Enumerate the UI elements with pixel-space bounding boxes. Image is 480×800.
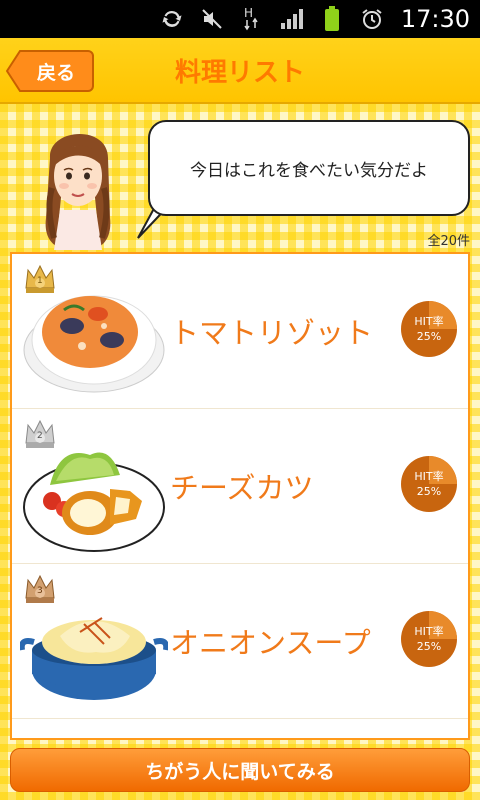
battery-icon [319, 6, 345, 32]
dish-name: オニオンスープ [170, 626, 371, 660]
hit-label: HIT率 [414, 625, 444, 638]
header-bar: 戻る 料理リスト [0, 38, 480, 104]
hspa-data-icon: H [239, 6, 265, 32]
hit-label: HIT率 [414, 470, 444, 483]
sync-icon [159, 6, 185, 32]
speech-text: 今日はこれを食べたい気分だよ [190, 160, 428, 181]
dish-name: トマトリゾット [170, 316, 374, 350]
onion-soup-image [20, 617, 168, 700]
list-item[interactable]: 3 オニオンスープ HIT率 25% [12, 564, 468, 719]
page-title: 料理リスト [174, 58, 305, 88]
result-count: 全20件 [427, 234, 470, 249]
ask-another-person-button[interactable]: ちがう人に聞いてみる [10, 748, 470, 792]
list-item[interactable]: 1 トマトリゾット HIT率 25% [12, 254, 468, 409]
back-button-label: 戻る [36, 61, 75, 84]
status-bar: H 17:30 [0, 0, 480, 38]
alarm-icon [359, 6, 385, 32]
back-button[interactable]: 戻る [6, 50, 94, 92]
hit-rate-pie: HIT率 25% [400, 300, 458, 358]
svg-text:H: H [244, 6, 253, 20]
speech-bubble: 今日はこれを食べたい気分だよ [148, 120, 470, 216]
character-avatar [30, 118, 126, 250]
hit-rate-value: 25% [416, 485, 442, 498]
hit-rate-pie: HIT率 25% [400, 455, 458, 513]
hit-rate-value: 25% [416, 330, 442, 343]
signal-icon [279, 6, 305, 32]
ask-button-label: ちがう人に聞いてみる [145, 760, 335, 783]
tomato-risotto-image [23, 295, 165, 393]
dish-name: チーズカツ [170, 471, 314, 505]
hit-label: HIT率 [414, 315, 444, 328]
clock: 17:30 [400, 5, 470, 33]
hit-rate-value: 25% [416, 640, 442, 653]
hit-rate-pie: HIT率 25% [400, 610, 458, 668]
mute-icon [199, 6, 225, 32]
cheese-katsu-image [23, 452, 165, 552]
dish-list: 1 トマトリゾット HIT率 25% 2 チーズカツ HIT率 25% 3 オニ… [10, 252, 470, 740]
list-item[interactable]: 2 チーズカツ HIT率 25% [12, 409, 468, 564]
